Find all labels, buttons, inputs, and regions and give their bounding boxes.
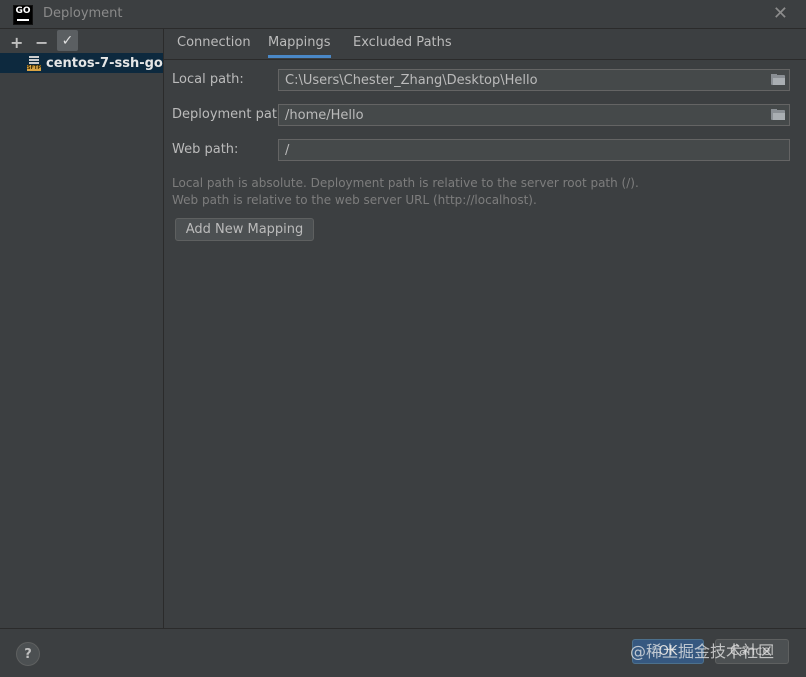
help-button[interactable]: ? bbox=[16, 642, 40, 666]
web-path-label: Web path: bbox=[172, 142, 239, 157]
app-icon-text: GO bbox=[15, 6, 31, 16]
tab-bar: Connection Mappings Excluded Paths bbox=[164, 29, 806, 60]
folder-icon[interactable] bbox=[771, 109, 785, 120]
close-icon[interactable]: ✕ bbox=[773, 3, 788, 24]
server-list-panel: + − ✓ SFTP centos-7-ssh-go bbox=[0, 29, 164, 628]
add-new-mapping-button[interactable]: Add New Mapping bbox=[175, 218, 314, 241]
local-path-value: C:\Users\Chester_Zhang\Desktop\Hello bbox=[285, 73, 538, 88]
local-path-label: Local path: bbox=[172, 72, 244, 87]
cancel-button[interactable]: Cancel bbox=[715, 639, 789, 664]
set-default-button[interactable]: ✓ bbox=[57, 30, 78, 51]
deployment-path-label: Deployment path: bbox=[172, 107, 290, 122]
server-list-item[interactable]: SFTP centos-7-ssh-go bbox=[0, 53, 163, 73]
folder-icon[interactable] bbox=[771, 74, 785, 85]
deployment-path-field[interactable]: /home/Hello bbox=[278, 104, 790, 126]
title-bar: GO Deployment ✕ bbox=[0, 0, 806, 29]
check-icon: ✓ bbox=[61, 32, 74, 49]
web-path-field[interactable]: / bbox=[278, 139, 790, 161]
remove-server-button[interactable]: − bbox=[35, 33, 48, 52]
tab-mappings[interactable]: Mappings bbox=[268, 35, 331, 58]
window-title: Deployment bbox=[43, 6, 123, 21]
tab-connection[interactable]: Connection bbox=[177, 35, 251, 58]
tab-excluded-paths[interactable]: Excluded Paths bbox=[353, 35, 452, 58]
hint-text-line2: Web path is relative to the web server U… bbox=[172, 193, 537, 207]
sftp-server-icon: SFTP bbox=[27, 55, 41, 71]
server-name: centos-7-ssh-go bbox=[46, 55, 163, 71]
hint-text-line1: Local path is absolute. Deployment path … bbox=[172, 176, 639, 190]
ok-button[interactable]: OK bbox=[632, 639, 704, 664]
add-server-button[interactable]: + bbox=[10, 33, 23, 52]
web-path-value: / bbox=[285, 143, 290, 158]
deployment-path-value: /home/Hello bbox=[285, 108, 364, 123]
local-path-field[interactable]: C:\Users\Chester_Zhang\Desktop\Hello bbox=[278, 69, 790, 91]
goland-app-icon: GO bbox=[13, 5, 33, 25]
dialog-footer: ? OK Cancel @稀土掘金技术社区 bbox=[0, 628, 806, 677]
